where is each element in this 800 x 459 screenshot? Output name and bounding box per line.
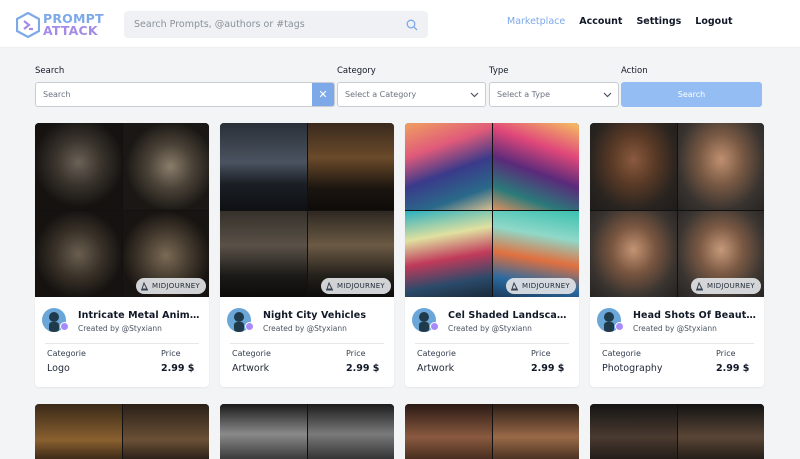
price-label: Price (346, 349, 366, 358)
card-image-grid (35, 123, 209, 297)
chevron-down-icon (596, 92, 618, 98)
card-title[interactable]: Night City Vehicles (263, 310, 387, 321)
badge-label: MIDJOURNEY (337, 282, 385, 290)
platform-badge: MIDJOURNEY (136, 278, 206, 294)
prompt-card[interactable]: MIDJOURNEY Cel Shaded Landscapes Created… (405, 123, 579, 387)
price-value: 2.99 $ (531, 363, 565, 374)
platform-badge: MIDJOURNEY (691, 278, 761, 294)
search-icon[interactable] (406, 19, 418, 31)
type-label: Type (489, 66, 509, 76)
card-title[interactable]: Head Shots Of Beautiful Women (633, 310, 757, 321)
prompt-card[interactable]: MIDJOURNEY Intricate Metal Animal Shield… (35, 123, 209, 387)
logo-text: PROMPT ATTACK (43, 12, 104, 38)
prompt-card-image[interactable] (220, 404, 394, 459)
logo[interactable]: PROMPT ATTACK (16, 11, 104, 39)
type-select[interactable]: Select a Type (489, 82, 619, 107)
price-label: Price (531, 349, 551, 358)
divider (230, 343, 384, 344)
card-title[interactable]: Intricate Metal Animal Shields (78, 310, 202, 321)
header-search-input[interactable] (134, 19, 406, 30)
verified-check-icon (430, 322, 439, 331)
category-select[interactable]: Select a Category (337, 82, 486, 107)
search-filter-label: Search (35, 66, 65, 76)
category-label: Categorie (602, 349, 641, 358)
search-filter: ✕ (35, 82, 335, 107)
top-header: PROMPT ATTACK Marketplace Account Settin… (0, 0, 800, 48)
close-icon: ✕ (318, 88, 328, 101)
card-image-grid (590, 123, 764, 297)
verified-check-icon (60, 322, 69, 331)
card-author[interactable]: Created by @Styxiann (78, 324, 162, 333)
card-author[interactable]: Created by @Styxiann (633, 324, 717, 333)
prompt-card-image[interactable] (35, 404, 209, 459)
platform-badge: MIDJOURNEY (321, 278, 391, 294)
prompt-card[interactable]: MIDJOURNEY Head Shots Of Beautiful Women… (590, 123, 764, 387)
search-filter-input[interactable] (43, 83, 312, 106)
category-label: Category (337, 66, 376, 76)
hexagon-chevron-icon (16, 12, 40, 38)
category-value: Artwork (232, 363, 270, 374)
verified-check-icon (245, 322, 254, 331)
midjourney-sail-icon (141, 281, 148, 290)
price-label: Price (716, 349, 736, 358)
nav-logout[interactable]: Logout (695, 16, 732, 27)
type-selected-value: Select a Type (497, 90, 551, 99)
category-value: Logo (47, 363, 70, 374)
category-label: Categorie (417, 349, 456, 358)
price-value: 2.99 $ (346, 363, 380, 374)
divider (45, 343, 199, 344)
badge-label: MIDJOURNEY (522, 282, 570, 290)
divider (415, 343, 569, 344)
chevron-down-icon (463, 92, 485, 98)
category-label: Categorie (47, 349, 86, 358)
platform-badge: MIDJOURNEY (506, 278, 576, 294)
badge-label: MIDJOURNEY (152, 282, 200, 290)
divider (600, 343, 754, 344)
action-label: Action (621, 66, 648, 76)
main-nav: Marketplace Account Settings Logout (507, 16, 747, 27)
midjourney-sail-icon (696, 281, 703, 290)
price-value: 2.99 $ (716, 363, 750, 374)
nav-settings[interactable]: Settings (636, 16, 681, 27)
midjourney-sail-icon (511, 281, 518, 290)
header-search (124, 11, 428, 38)
verified-check-icon (615, 322, 624, 331)
card-image-grid (220, 123, 394, 297)
nav-account[interactable]: Account (579, 16, 622, 27)
category-value: Photography (602, 363, 663, 374)
nav-marketplace[interactable]: Marketplace (507, 16, 565, 27)
search-button[interactable]: Search (621, 82, 762, 107)
logo-line-2: ATTACK (43, 23, 98, 38)
clear-search-button[interactable]: ✕ (312, 83, 334, 106)
price-value: 2.99 $ (161, 363, 195, 374)
category-value: Artwork (417, 363, 455, 374)
card-title[interactable]: Cel Shaded Landscapes (448, 310, 572, 321)
category-label: Categorie (232, 349, 271, 358)
prompt-card-image[interactable] (590, 404, 764, 459)
midjourney-sail-icon (326, 281, 333, 290)
category-selected-value: Select a Category (345, 90, 417, 99)
prompt-card-image[interactable] (405, 404, 579, 459)
price-label: Price (161, 349, 181, 358)
card-author[interactable]: Created by @Styxiann (263, 324, 347, 333)
card-image-grid (405, 123, 579, 297)
card-author[interactable]: Created by @Styxiann (448, 324, 532, 333)
badge-label: MIDJOURNEY (707, 282, 755, 290)
prompt-card[interactable]: MIDJOURNEY Night City Vehicles Created b… (220, 123, 394, 387)
